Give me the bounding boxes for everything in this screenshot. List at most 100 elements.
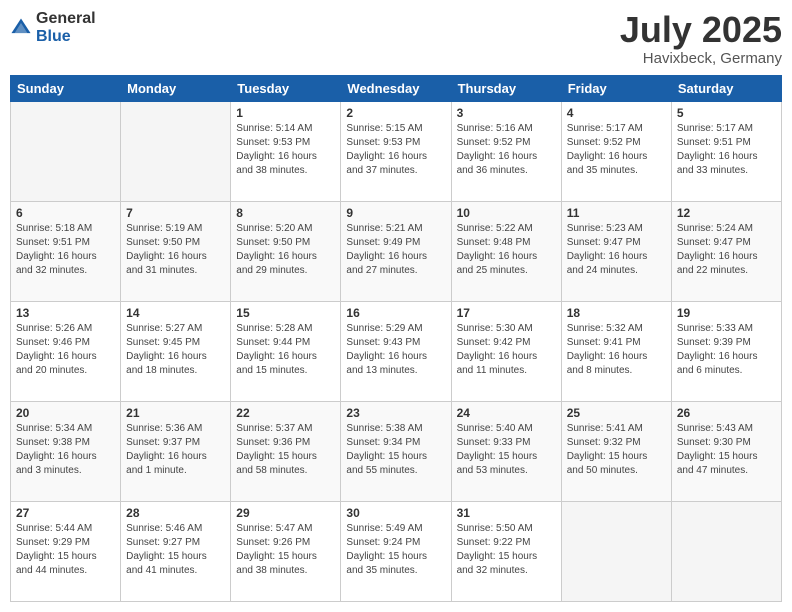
header: General Blue July 2025 Havixbeck, German… — [10, 10, 782, 67]
day-number: 9 — [346, 206, 445, 220]
day-info: Sunrise: 5:23 AM Sunset: 9:47 PM Dayligh… — [567, 222, 666, 278]
day-info: Sunrise: 5:17 AM Sunset: 9:51 PM Dayligh… — [677, 122, 776, 178]
table-row: 20 Sunrise: 5:34 AM Sunset: 9:38 PM Dayli… — [11, 401, 121, 501]
day-info: Sunrise: 5:28 AM Sunset: 9:44 PM Dayligh… — [236, 322, 335, 378]
table-row: 26 Sunrise: 5:43 AM Sunset: 9:30 PM Dayli… — [671, 401, 781, 501]
day-info: Sunrise: 5:30 AM Sunset: 9:42 PM Dayligh… — [457, 322, 556, 378]
day-number: 15 — [236, 306, 335, 320]
day-info: Sunrise: 5:24 AM Sunset: 9:47 PM Dayligh… — [677, 222, 776, 278]
day-info: Sunrise: 5:44 AM Sunset: 9:29 PM Dayligh… — [16, 522, 115, 578]
table-row: 22 Sunrise: 5:37 AM Sunset: 9:36 PM Dayli… — [231, 401, 341, 501]
table-row: 24Sunrise: 5:40 AM Sunset: 9:33 PM Dayli… — [451, 401, 561, 501]
calendar-week-row: 13 Sunrise: 5:26 AM Sunset: 9:46 PM Dayli… — [11, 301, 782, 401]
day-number: 14 — [126, 306, 225, 320]
calendar-week-row: 1Sunrise: 5:14 AM Sunset: 9:53 PM Daylig… — [11, 101, 782, 201]
table-row: 25Sunrise: 5:41 AM Sunset: 9:32 PM Dayli… — [561, 401, 671, 501]
table-row: 9 Sunrise: 5:21 AM Sunset: 9:49 PM Daylig… — [341, 201, 451, 301]
day-info: Sunrise: 5:22 AM Sunset: 9:48 PM Dayligh… — [457, 222, 556, 278]
calendar-week-row: 6 Sunrise: 5:18 AM Sunset: 9:51 PM Daylig… — [11, 201, 782, 301]
table-row: 8 Sunrise: 5:20 AM Sunset: 9:50 PM Daylig… — [231, 201, 341, 301]
table-row: 30Sunrise: 5:49 AM Sunset: 9:24 PM Dayli… — [341, 501, 451, 601]
table-row: 7 Sunrise: 5:19 AM Sunset: 9:50 PM Daylig… — [121, 201, 231, 301]
day-number: 20 — [16, 406, 115, 420]
day-number: 25 — [567, 406, 666, 420]
day-number: 30 — [346, 506, 445, 520]
day-number: 26 — [677, 406, 776, 420]
day-info: Sunrise: 5:50 AM Sunset: 9:22 PM Dayligh… — [457, 522, 556, 578]
table-row: 28 Sunrise: 5:46 AM Sunset: 9:27 PM Dayli… — [121, 501, 231, 601]
day-info: Sunrise: 5:34 AM Sunset: 9:38 PM Dayligh… — [16, 422, 115, 478]
logo-general: General — [36, 10, 96, 28]
table-row: 31Sunrise: 5:50 AM Sunset: 9:22 PM Dayli… — [451, 501, 561, 601]
day-info: Sunrise: 5:43 AM Sunset: 9:30 PM Dayligh… — [677, 422, 776, 478]
day-info: Sunrise: 5:40 AM Sunset: 9:33 PM Dayligh… — [457, 422, 556, 478]
location: Havixbeck, Germany — [620, 50, 782, 67]
day-info: Sunrise: 5:20 AM Sunset: 9:50 PM Dayligh… — [236, 222, 335, 278]
day-number: 22 — [236, 406, 335, 420]
calendar-week-row: 27 Sunrise: 5:44 AM Sunset: 9:29 PM Dayli… — [11, 501, 782, 601]
table-row: 5Sunrise: 5:17 AM Sunset: 9:51 PM Daylig… — [671, 101, 781, 201]
table-row: 17 Sunrise: 5:30 AM Sunset: 9:42 PM Dayli… — [451, 301, 561, 401]
title-block: July 2025 Havixbeck, Germany — [620, 10, 782, 67]
table-row: 14 Sunrise: 5:27 AM Sunset: 9:45 PM Dayli… — [121, 301, 231, 401]
logo-icon — [10, 17, 32, 39]
table-row: 27 Sunrise: 5:44 AM Sunset: 9:29 PM Dayli… — [11, 501, 121, 601]
day-number: 13 — [16, 306, 115, 320]
day-number: 16 — [346, 306, 445, 320]
day-number: 7 — [126, 206, 225, 220]
table-row — [671, 501, 781, 601]
table-row: 23Sunrise: 5:38 AM Sunset: 9:34 PM Dayli… — [341, 401, 451, 501]
day-info: Sunrise: 5:37 AM Sunset: 9:36 PM Dayligh… — [236, 422, 335, 478]
day-number: 6 — [16, 206, 115, 220]
day-info: Sunrise: 5:18 AM Sunset: 9:51 PM Dayligh… — [16, 222, 115, 278]
col-monday: Monday — [121, 75, 231, 101]
table-row: 19 Sunrise: 5:33 AM Sunset: 9:39 PM Dayli… — [671, 301, 781, 401]
day-number: 17 — [457, 306, 556, 320]
day-info: Sunrise: 5:21 AM Sunset: 9:49 PM Dayligh… — [346, 222, 445, 278]
logo-blue: Blue — [36, 28, 96, 46]
col-thursday: Thursday — [451, 75, 561, 101]
table-row: 16Sunrise: 5:29 AM Sunset: 9:43 PM Dayli… — [341, 301, 451, 401]
col-tuesday: Tuesday — [231, 75, 341, 101]
calendar-header-row: Sunday Monday Tuesday Wednesday Thursday… — [11, 75, 782, 101]
day-number: 1 — [236, 106, 335, 120]
day-info: Sunrise: 5:32 AM Sunset: 9:41 PM Dayligh… — [567, 322, 666, 378]
day-number: 28 — [126, 506, 225, 520]
day-info: Sunrise: 5:27 AM Sunset: 9:45 PM Dayligh… — [126, 322, 225, 378]
table-row: 1Sunrise: 5:14 AM Sunset: 9:53 PM Daylig… — [231, 101, 341, 201]
day-number: 21 — [126, 406, 225, 420]
logo: General Blue — [10, 10, 96, 45]
day-number: 3 — [457, 106, 556, 120]
table-row: 21 Sunrise: 5:36 AM Sunset: 9:37 PM Dayli… — [121, 401, 231, 501]
day-info: Sunrise: 5:16 AM Sunset: 9:52 PM Dayligh… — [457, 122, 556, 178]
table-row: 4Sunrise: 5:17 AM Sunset: 9:52 PM Daylig… — [561, 101, 671, 201]
day-info: Sunrise: 5:17 AM Sunset: 9:52 PM Dayligh… — [567, 122, 666, 178]
day-info: Sunrise: 5:19 AM Sunset: 9:50 PM Dayligh… — [126, 222, 225, 278]
day-number: 18 — [567, 306, 666, 320]
calendar-week-row: 20 Sunrise: 5:34 AM Sunset: 9:38 PM Dayli… — [11, 401, 782, 501]
day-number: 29 — [236, 506, 335, 520]
month-title: July 2025 — [620, 10, 782, 50]
day-number: 2 — [346, 106, 445, 120]
day-number: 8 — [236, 206, 335, 220]
day-number: 19 — [677, 306, 776, 320]
calendar-table: Sunday Monday Tuesday Wednesday Thursday… — [10, 75, 782, 602]
day-info: Sunrise: 5:33 AM Sunset: 9:39 PM Dayligh… — [677, 322, 776, 378]
page: General Blue July 2025 Havixbeck, German… — [0, 0, 792, 612]
day-info: Sunrise: 5:15 AM Sunset: 9:53 PM Dayligh… — [346, 122, 445, 178]
day-info: Sunrise: 5:46 AM Sunset: 9:27 PM Dayligh… — [126, 522, 225, 578]
col-saturday: Saturday — [671, 75, 781, 101]
table-row: 12Sunrise: 5:24 AM Sunset: 9:47 PM Dayli… — [671, 201, 781, 301]
day-number: 27 — [16, 506, 115, 520]
day-number: 10 — [457, 206, 556, 220]
day-number: 11 — [567, 206, 666, 220]
logo-text: General Blue — [36, 10, 96, 45]
day-info: Sunrise: 5:36 AM Sunset: 9:37 PM Dayligh… — [126, 422, 225, 478]
col-friday: Friday — [561, 75, 671, 101]
table-row: 6 Sunrise: 5:18 AM Sunset: 9:51 PM Daylig… — [11, 201, 121, 301]
day-info: Sunrise: 5:26 AM Sunset: 9:46 PM Dayligh… — [16, 322, 115, 378]
table-row: 11 Sunrise: 5:23 AM Sunset: 9:47 PM Dayli… — [561, 201, 671, 301]
day-info: Sunrise: 5:47 AM Sunset: 9:26 PM Dayligh… — [236, 522, 335, 578]
col-wednesday: Wednesday — [341, 75, 451, 101]
table-row — [11, 101, 121, 201]
